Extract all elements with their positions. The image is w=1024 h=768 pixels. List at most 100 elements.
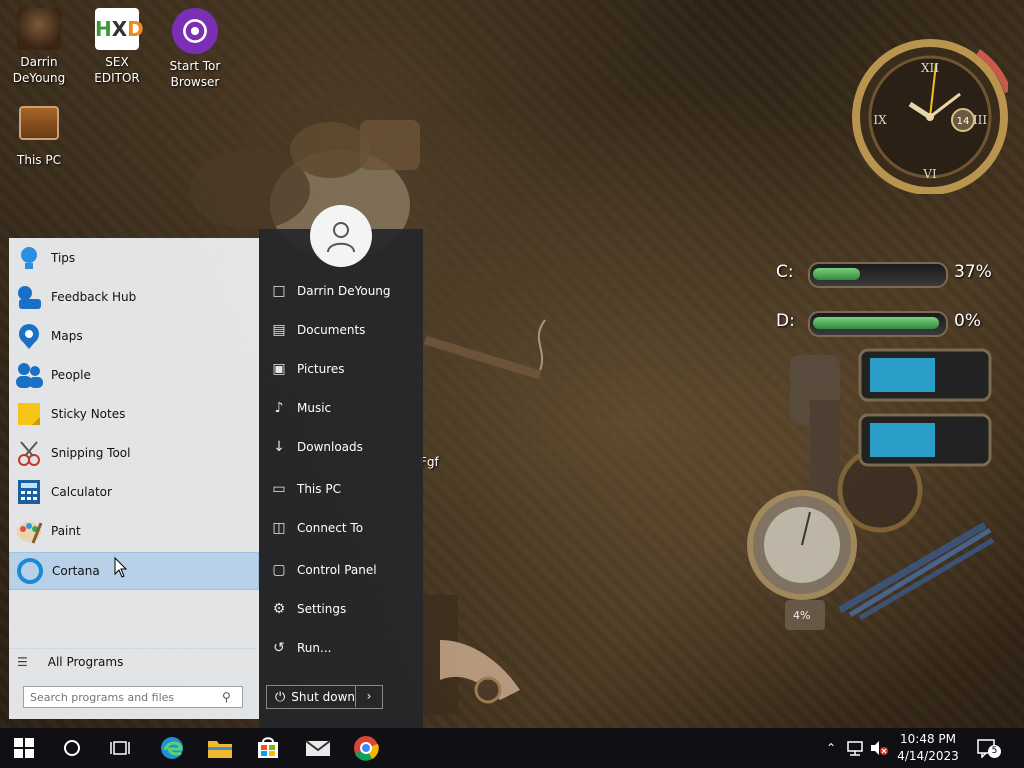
- place-item-pictures[interactable]: ▣ Pictures: [269, 353, 419, 385]
- chevron-up-icon: ⌃: [825, 741, 837, 755]
- taskbar-time: 10:48 PM: [900, 732, 956, 746]
- place-item-settings[interactable]: ⚙ Settings: [269, 593, 419, 625]
- start-menu-places-pane: □ Darrin DeYoung ▤ Documents ▣ Pictures …: [259, 205, 423, 729]
- desktop-icon-this-pc[interactable]: This PC: [3, 106, 75, 168]
- taskbar-file-explorer[interactable]: [196, 728, 244, 768]
- taskbar-mail[interactable]: [294, 728, 342, 768]
- tor-browser-icon: [172, 8, 218, 54]
- program-item-people[interactable]: People: [9, 357, 257, 393]
- chevron-right-icon: ›: [366, 689, 372, 703]
- task-view-button[interactable]: [96, 728, 144, 768]
- svg-text:IX: IX: [873, 113, 887, 127]
- place-item-music[interactable]: ♪ Music: [269, 392, 419, 424]
- program-label: Cortana: [52, 564, 100, 578]
- place-label: Downloads: [297, 440, 363, 454]
- shutdown-options-button[interactable]: ›: [355, 685, 382, 707]
- drive-d-gauge: D: 0%: [742, 307, 992, 337]
- place-label: Settings: [297, 602, 347, 616]
- program-label: Sticky Notes: [51, 407, 126, 421]
- place-item-user-folder[interactable]: □ Darrin DeYoung: [269, 275, 419, 307]
- desktop-icon-label: SEX: [105, 55, 129, 69]
- program-label: Snipping Tool: [51, 446, 131, 460]
- user-folder-icon: □: [272, 283, 286, 299]
- place-item-run[interactable]: ↺ Run...: [269, 632, 419, 664]
- mouse-cursor-icon: [114, 557, 128, 578]
- start-menu: Tips Feedback Hub Maps People Sticky Not…: [0, 205, 423, 729]
- program-label: Calculator: [51, 485, 112, 499]
- chrome-icon: [354, 736, 379, 761]
- program-item-snipping-tool[interactable]: Snipping Tool: [9, 435, 257, 471]
- computer-icon: ▭: [272, 481, 286, 497]
- network-button[interactable]: [844, 728, 866, 768]
- sticky-notes-icon: [14, 399, 44, 429]
- desktop-icon-tor-browser[interactable]: Start Tor Browser: [159, 8, 231, 90]
- program-item-tips[interactable]: Tips: [9, 240, 257, 276]
- program-item-cortana[interactable]: Cortana: [9, 552, 259, 590]
- windows-logo-icon: [14, 738, 34, 758]
- taskbar-date: 4/14/2023: [897, 749, 959, 763]
- program-label: Feedback Hub: [51, 290, 137, 304]
- place-item-control-panel[interactable]: ▢ Control Panel: [269, 554, 419, 586]
- svg-text:XII: XII: [921, 61, 939, 75]
- meter-readout: 4%: [793, 609, 811, 622]
- show-hidden-icons-button[interactable]: ⌃: [822, 728, 840, 768]
- music-icon: ♪: [274, 400, 284, 416]
- desktop-icon-label: This PC: [17, 153, 61, 167]
- place-label: Music: [297, 401, 332, 415]
- program-item-feedback-hub[interactable]: Feedback Hub: [9, 279, 257, 315]
- people-icon: [14, 360, 44, 390]
- taskbar-chrome[interactable]: [342, 728, 390, 768]
- place-item-connect-to[interactable]: ◫ Connect To: [269, 512, 419, 544]
- gear-icon: ⚙: [272, 601, 286, 617]
- edge-icon: [161, 737, 183, 759]
- search-icon: ⚲: [222, 690, 231, 704]
- cortana-search-button[interactable]: [48, 728, 96, 768]
- network-icon: [847, 741, 863, 756]
- feedback-hub-icon: [14, 282, 44, 312]
- desktop-icon-hex-editor[interactable]: HXD SEX EDITOR: [81, 8, 153, 86]
- desktop-icon-label: Start Tor: [169, 59, 221, 73]
- drive-d-tube: [808, 311, 948, 337]
- cortana-icon: [15, 556, 45, 586]
- documents-icon: ▤: [272, 322, 286, 338]
- notification-count-badge: 5: [988, 745, 1001, 758]
- program-item-paint[interactable]: Paint: [9, 513, 257, 549]
- program-label: People: [51, 368, 91, 382]
- program-item-maps[interactable]: Maps: [9, 318, 257, 354]
- drive-c-tube: [808, 262, 948, 288]
- downloads-icon: ↓: [273, 439, 285, 455]
- desktop-icon-label: Darrin: [20, 55, 58, 69]
- calculator-icon: [14, 477, 44, 507]
- snipping-tool-icon: [14, 438, 44, 468]
- start-button[interactable]: [0, 728, 48, 768]
- place-item-downloads[interactable]: ↓ Downloads: [269, 431, 419, 463]
- place-item-documents[interactable]: ▤ Documents: [269, 314, 419, 346]
- shutdown-label: Shut down: [291, 690, 356, 704]
- drive-c-percent: 37%: [954, 262, 992, 282]
- taskbar-store[interactable]: [244, 728, 292, 768]
- program-item-sticky-notes[interactable]: Sticky Notes: [9, 396, 257, 432]
- volume-button[interactable]: [868, 728, 890, 768]
- desktop-icon-user-folder[interactable]: Darrin DeYoung: [3, 8, 75, 86]
- place-label: Pictures: [297, 362, 345, 376]
- hex-editor-icon: HXD: [95, 8, 144, 50]
- search-input[interactable]: [24, 689, 222, 705]
- desktop-icon-label: EDITOR: [94, 71, 140, 85]
- list-icon: ☰: [17, 655, 28, 669]
- program-item-calculator[interactable]: Calculator: [9, 474, 257, 510]
- place-item-this-pc[interactable]: ▭ This PC: [269, 473, 419, 505]
- drive-c-gauge: C: 37%: [742, 258, 992, 288]
- all-programs-button[interactable]: ☰ All Programs: [9, 648, 257, 675]
- all-programs-label: All Programs: [47, 655, 124, 669]
- drive-d-percent: 0%: [954, 311, 981, 331]
- search-box[interactable]: ⚲: [23, 686, 243, 708]
- program-label: Maps: [51, 329, 83, 343]
- drive-d-fill: [813, 317, 939, 329]
- program-label: Paint: [51, 524, 81, 538]
- clock-button[interactable]: 10:48 PM 4/14/2023: [893, 728, 963, 768]
- program-label: Tips: [51, 251, 76, 265]
- avatar[interactable]: [310, 205, 372, 267]
- action-center-button[interactable]: 5: [970, 728, 1004, 768]
- taskbar-edge[interactable]: [148, 728, 196, 768]
- paint-icon: [14, 516, 44, 546]
